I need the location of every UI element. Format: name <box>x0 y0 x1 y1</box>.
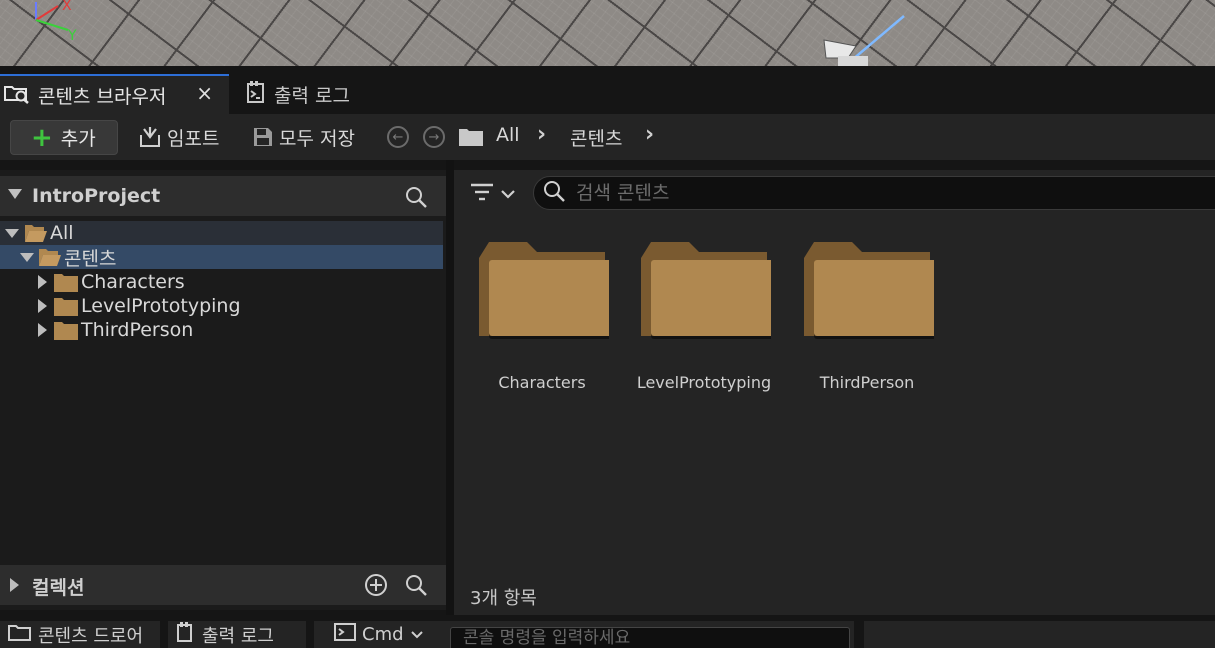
add-button-label: 추가 <box>60 128 96 150</box>
search-icon[interactable] <box>404 573 428 601</box>
asset-tile-characters[interactable]: Characters <box>462 240 622 400</box>
breadcrumb-chevron-icon[interactable]: › <box>537 122 546 147</box>
panel-tab-bar: 콘텐츠 브라우저 × 출력 로그 <box>0 66 1215 114</box>
tab-label: 콘텐츠 브라우저 <box>38 85 167 108</box>
folder-icon <box>475 240 617 344</box>
content-search-box[interactable] <box>533 176 1215 210</box>
folder-open-icon <box>38 247 62 267</box>
folder-icon <box>54 320 78 340</box>
arrow-left-icon: ← <box>392 129 404 145</box>
asset-tile-levelprototyping[interactable]: LevelPrototyping <box>624 240 784 400</box>
asset-tile-label: Characters <box>498 373 586 392</box>
collections-header[interactable]: 컬렉션 <box>0 565 446 605</box>
folder-open-icon <box>24 223 48 243</box>
save-all-label: 모두 저장 <box>279 127 355 150</box>
output-log-button[interactable]: 출력 로그 <box>168 621 306 648</box>
tree-item-thirdperson[interactable]: ThirdPerson <box>0 318 443 342</box>
tree-item-characters[interactable]: Characters <box>0 270 443 294</box>
content-browser-icon <box>4 82 30 109</box>
tab-content-browser[interactable]: 콘텐츠 브라우저 × <box>0 74 229 114</box>
content-drawer-button[interactable]: 콘텐츠 드로어 <box>0 621 160 648</box>
history-forward-button[interactable]: → <box>423 126 445 148</box>
import-icon <box>138 126 162 148</box>
folder-icon <box>54 272 78 292</box>
output-log-icon <box>246 80 266 108</box>
output-log-label: 출력 로그 <box>202 625 274 647</box>
add-button[interactable]: + 추가 <box>10 120 118 155</box>
folder-icon <box>54 296 78 316</box>
content-browser-toolbar: + 추가 임포트 모두 저장 ← → All › 콘텐츠 › <box>0 114 1215 160</box>
tree-item-label: ThirdPerson <box>81 319 194 341</box>
tree-item-label: LevelPrototyping <box>81 295 241 317</box>
cmd-label: Cmd <box>362 624 404 645</box>
tree-item-label: Characters <box>81 271 185 293</box>
expand-right-icon[interactable] <box>38 323 47 337</box>
folder-icon <box>800 240 942 344</box>
asset-view: Characters LevelPrototyping ThirdPerson … <box>454 170 1215 615</box>
status-bar: 콘텐츠 드로어 출력 로그 Cmd <box>0 615 1215 648</box>
filter-button[interactable] <box>470 182 516 206</box>
tree-item-all[interactable]: All <box>0 221 443 245</box>
asset-tile-thirdperson[interactable]: ThirdPerson <box>787 240 947 400</box>
axis-x-label: X <box>62 0 72 14</box>
breadcrumb-chevron-icon[interactable]: › <box>645 122 654 147</box>
tree-item-content[interactable]: 콘텐츠 <box>0 245 443 270</box>
output-log-icon <box>176 622 194 647</box>
console-input[interactable] <box>451 628 849 648</box>
folder-icon <box>458 127 484 151</box>
viewport-overlay: X Y <box>35 0 905 66</box>
level-viewport[interactable]: X Y <box>0 0 1215 66</box>
cmd-dropdown[interactable]: Cmd <box>334 623 424 646</box>
asset-tile-label: LevelPrototyping <box>636 373 772 392</box>
expand-icon[interactable] <box>20 252 34 262</box>
arrow-right-icon: → <box>428 129 440 145</box>
history-back-button[interactable]: ← <box>387 126 409 148</box>
content-browser-icon <box>8 622 32 647</box>
plus-icon: + <box>31 122 53 153</box>
expand-right-icon[interactable] <box>38 299 47 313</box>
folder-icon <box>637 240 779 344</box>
breadcrumb-all[interactable]: All <box>496 124 520 146</box>
expand-right-icon[interactable] <box>38 275 47 289</box>
search-input[interactable] <box>576 182 1136 204</box>
chevron-down-icon <box>410 624 424 645</box>
chevron-down-icon <box>500 185 516 204</box>
tab-output-log[interactable]: 출력 로그 <box>236 74 376 114</box>
tree-item-label: All <box>50 222 74 244</box>
item-count: 3개 항목 <box>470 588 537 609</box>
axis-y-label: Y <box>67 28 77 44</box>
save-icon <box>252 126 274 148</box>
save-all-button[interactable]: 모두 저장 <box>252 124 355 150</box>
project-title: IntroProject <box>32 185 161 207</box>
tree-item-levelprototyping[interactable]: LevelPrototyping <box>0 294 443 318</box>
import-button[interactable]: 임포트 <box>138 124 219 150</box>
terminal-icon <box>334 623 356 646</box>
search-icon[interactable] <box>404 185 428 213</box>
expand-icon[interactable] <box>5 228 19 238</box>
import-label: 임포트 <box>167 127 220 150</box>
filter-icon <box>470 182 496 206</box>
content-drawer-label: 콘텐츠 드로어 <box>38 625 144 647</box>
asset-tile-label: ThirdPerson <box>819 373 915 392</box>
tab-label: 출력 로그 <box>274 84 350 107</box>
add-collection-icon[interactable] <box>364 573 388 601</box>
status-bar-right <box>864 621 1215 648</box>
sources-header[interactable]: IntroProject <box>0 176 446 216</box>
collapse-icon[interactable] <box>8 189 22 199</box>
close-icon[interactable]: × <box>196 81 213 105</box>
collections-title: 컬렉션 <box>32 577 85 599</box>
sources-panel: IntroProject All 콘텐츠 Characters LevelPro… <box>0 170 446 610</box>
breadcrumb-content[interactable]: 콘텐츠 <box>570 124 622 151</box>
console-input-box[interactable] <box>450 627 850 648</box>
tree-item-label: 콘텐츠 <box>64 247 117 270</box>
search-icon <box>542 179 566 207</box>
expand-right-icon[interactable] <box>10 578 19 592</box>
